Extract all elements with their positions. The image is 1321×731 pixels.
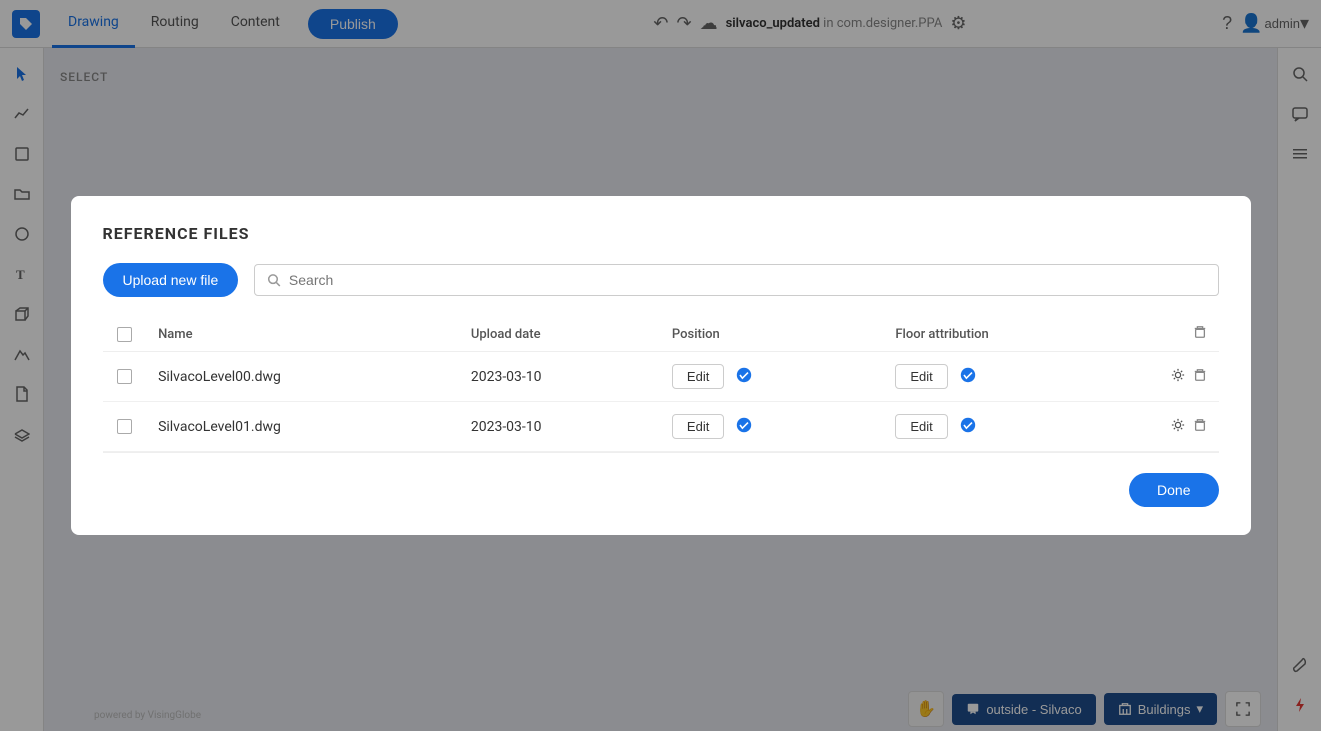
- col-date-header: Upload date: [459, 317, 660, 352]
- modal-toolbar: Upload new file: [103, 263, 1219, 297]
- row-1-name: SilvacoLevel01.dwg: [146, 402, 459, 452]
- row-0-floor: Edit: [883, 352, 1129, 402]
- row-1-floor-check-icon: [960, 417, 976, 437]
- header-trash-button[interactable]: [1193, 325, 1207, 343]
- modal-overlay: REFERENCE FILES Upload new file: [0, 0, 1321, 731]
- row-1-checkbox[interactable]: [117, 419, 132, 434]
- row-0-position-edit-button[interactable]: Edit: [672, 364, 724, 389]
- row-0-position: Edit: [660, 352, 883, 402]
- row-0-name: SilvacoLevel00.dwg: [146, 352, 459, 402]
- row-1-floor: Edit: [883, 402, 1129, 452]
- row-1-floor-edit-button[interactable]: Edit: [895, 414, 947, 439]
- col-name-header: Name: [146, 317, 459, 352]
- row-1-gear-button[interactable]: [1171, 418, 1185, 436]
- reference-files-modal: REFERENCE FILES Upload new file: [71, 196, 1251, 535]
- select-all-checkbox[interactable]: [117, 327, 132, 342]
- row-0-trash-button[interactable]: [1193, 368, 1207, 386]
- row-0-checkbox[interactable]: [117, 369, 132, 384]
- row-0-date: 2023-03-10: [459, 352, 660, 402]
- row-1-date: 2023-03-10: [459, 402, 660, 452]
- row-0-gear-button[interactable]: [1171, 368, 1185, 386]
- row-1-position-check-icon: [736, 417, 752, 437]
- done-button[interactable]: Done: [1129, 473, 1218, 507]
- row-0-floor-edit-button[interactable]: Edit: [895, 364, 947, 389]
- search-input[interactable]: [289, 272, 1206, 288]
- row-1-trash-button[interactable]: [1193, 418, 1207, 436]
- table-row: SilvacoLevel00.dwg 2023-03-10 Edit Edit: [103, 352, 1219, 402]
- search-box: [254, 264, 1218, 296]
- table-row: SilvacoLevel01.dwg 2023-03-10 Edit Edit: [103, 402, 1219, 452]
- row-0-position-check-icon: [736, 367, 752, 387]
- row-1-position-edit-button[interactable]: Edit: [672, 414, 724, 439]
- search-icon: [267, 273, 281, 287]
- modal-footer: Done: [103, 452, 1219, 507]
- row-1-position: Edit: [660, 402, 883, 452]
- modal-title: REFERENCE FILES: [103, 224, 1219, 243]
- reference-files-table: Name Upload date Position Floor attribut…: [103, 317, 1219, 452]
- col-floor-header: Floor attribution: [883, 317, 1129, 352]
- row-0-floor-check-icon: [960, 367, 976, 387]
- upload-new-file-button[interactable]: Upload new file: [103, 263, 239, 297]
- col-position-header: Position: [660, 317, 883, 352]
